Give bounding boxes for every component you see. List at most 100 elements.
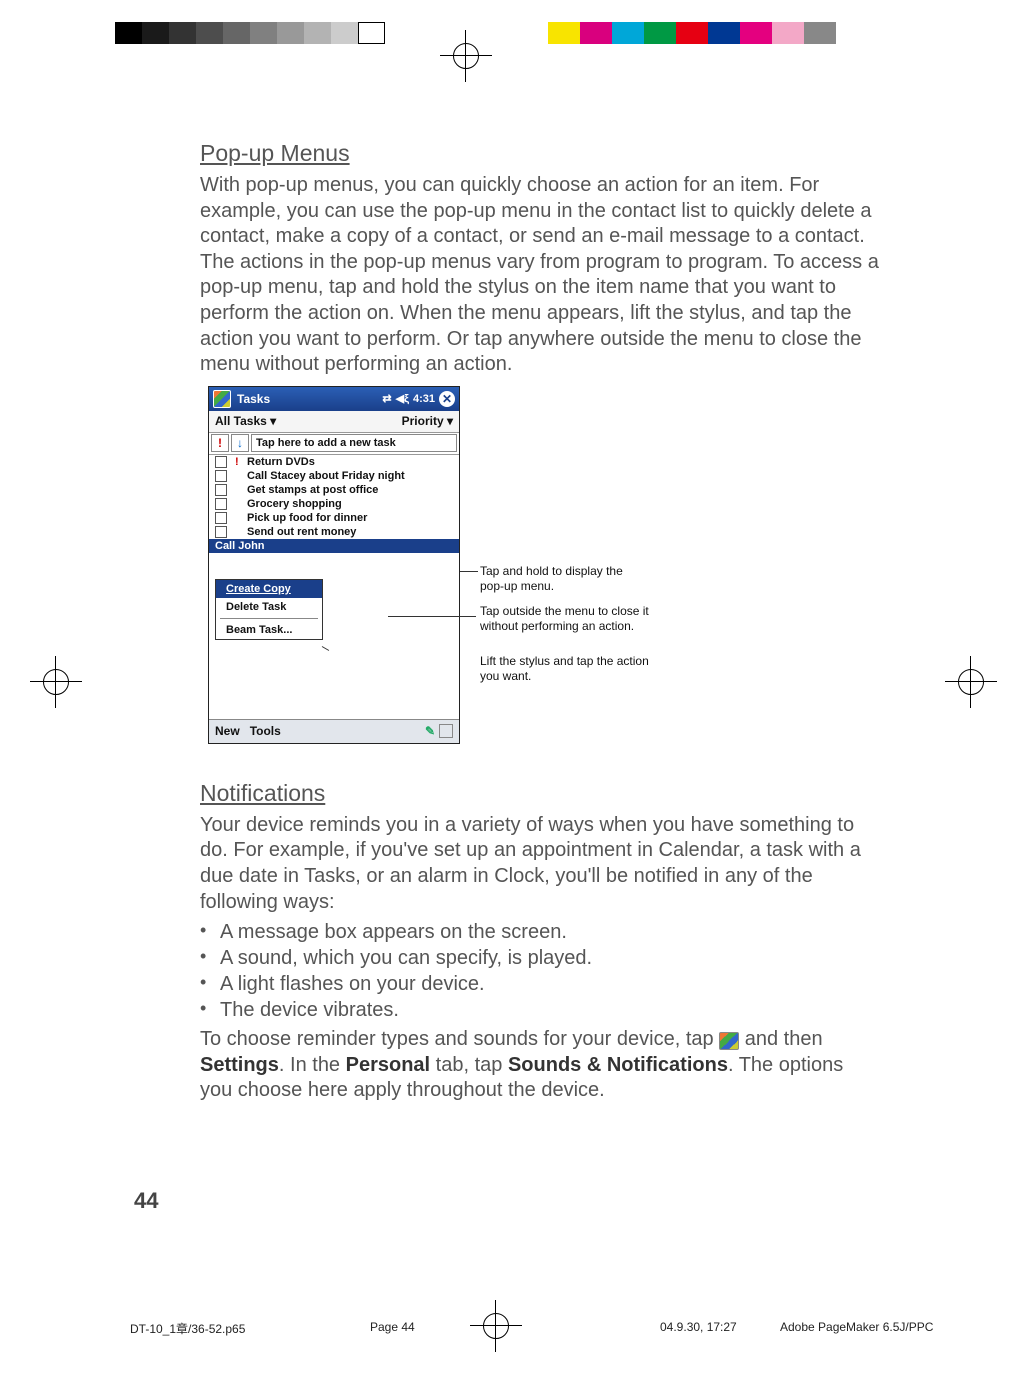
- color-swatch: [676, 22, 708, 44]
- priority-low-icon[interactable]: ↓: [231, 434, 249, 452]
- color-swatch: [331, 22, 358, 44]
- sip-up-icon[interactable]: [439, 724, 453, 738]
- color-swatch: [548, 22, 580, 44]
- task-label: Send out rent money: [247, 526, 356, 538]
- filter-row: All Tasks ▾ Priority ▾: [209, 411, 459, 433]
- device-screen: Tasks ⇄ ◀ξ 4:31 ✕ All Tasks ▾ Priority ▾…: [208, 386, 460, 744]
- callout-line: [460, 571, 478, 572]
- checkbox-icon[interactable]: [215, 456, 227, 468]
- popup-separator: [220, 618, 318, 619]
- callout-tap-outside: Tap outside the menu to close it without…: [480, 604, 665, 634]
- text: tab, tap: [430, 1054, 508, 1076]
- color-swatch: [804, 22, 836, 44]
- print-calibration-bar: [0, 22, 1027, 44]
- priority-marker: !: [235, 456, 245, 468]
- close-icon[interactable]: ✕: [439, 391, 455, 407]
- task-item[interactable]: Send out rent money: [209, 525, 459, 539]
- color-swatch: [580, 22, 612, 44]
- text: and then: [739, 1028, 822, 1050]
- new-button[interactable]: New: [215, 724, 240, 738]
- callout-lift-stylus: Lift the stylus and tap the action you w…: [480, 654, 650, 684]
- checkbox-icon[interactable]: [215, 498, 227, 510]
- color-swatch: [169, 22, 196, 44]
- popup-item-create-copy[interactable]: Create Copy: [216, 580, 322, 598]
- callout-tap-hold: Tap and hold to display the pop-up menu.: [480, 564, 650, 594]
- task-item[interactable]: Call Stacey about Friday night: [209, 469, 459, 483]
- notifications-tail: To choose reminder types and sounds for …: [200, 1027, 880, 1104]
- registration-mark-left: [30, 656, 82, 708]
- personal-label: Personal: [346, 1054, 430, 1076]
- section-body-popup-menus: With pop-up menus, you can quickly choos…: [200, 173, 880, 378]
- color-swatch: [115, 22, 142, 44]
- task-list: !Return DVDsCall Stacey about Friday nig…: [209, 455, 459, 539]
- task-item[interactable]: Grocery shopping: [209, 497, 459, 511]
- page-content: Pop-up Menus With pop-up menus, you can …: [200, 140, 880, 1108]
- section-intro-notifications: Your device reminds you in a variety of …: [200, 813, 880, 915]
- popup-menu: Create Copy Delete Task Beam Task...: [215, 579, 323, 640]
- color-swatch: [277, 22, 304, 44]
- task-item[interactable]: !Return DVDs: [209, 455, 459, 469]
- section-title-popup-menus: Pop-up Menus: [200, 140, 880, 167]
- popup-item-beam-task[interactable]: Beam Task...: [216, 621, 322, 639]
- sounds-notifications-label: Sounds & Notifications: [508, 1054, 728, 1076]
- task-label: Return DVDs: [247, 456, 315, 468]
- start-icon[interactable]: [213, 390, 231, 408]
- bottom-bar: New Tools ✎: [209, 719, 459, 743]
- start-icon-inline: [719, 1032, 739, 1050]
- text: . In the: [279, 1054, 346, 1076]
- list-item: A message box appears on the screen.: [200, 919, 880, 945]
- checkbox-icon[interactable]: [215, 470, 227, 482]
- footer-app: Adobe PageMaker 6.5J/PPC: [780, 1320, 933, 1334]
- color-swatch: [708, 22, 740, 44]
- registration-mark-bottom: [470, 1300, 522, 1352]
- task-label: Call John: [215, 540, 265, 552]
- sip-pen-icon[interactable]: ✎: [425, 724, 435, 738]
- task-item-selected[interactable]: Call John: [209, 539, 459, 553]
- color-swatch: [612, 22, 644, 44]
- clock-time: 4:31: [413, 393, 435, 405]
- callout-line: [388, 616, 476, 617]
- footer-file: DT-10_1章/36-52.p65: [130, 1320, 245, 1337]
- checkbox-icon[interactable]: [215, 526, 227, 538]
- popup-item-delete-task[interactable]: Delete Task: [216, 598, 322, 616]
- footer-page: Page 44: [370, 1320, 415, 1334]
- color-swatch: [358, 22, 385, 44]
- list-item: A sound, which you can specify, is playe…: [200, 945, 880, 971]
- notifications-bullet-list: A message box appears on the screen.A so…: [200, 919, 880, 1023]
- status-icons: ⇄ ◀ξ 4:31 ✕: [382, 391, 455, 407]
- text: To choose reminder types and sounds for …: [200, 1028, 719, 1050]
- color-swatch: [250, 22, 277, 44]
- filter-all-tasks[interactable]: All Tasks ▾: [215, 414, 276, 428]
- priority-high-icon[interactable]: !: [211, 434, 229, 452]
- section-title-notifications: Notifications: [200, 780, 880, 807]
- registration-mark-right: [945, 656, 997, 708]
- checkbox-icon[interactable]: [215, 512, 227, 524]
- list-item: The device vibrates.: [200, 997, 880, 1023]
- color-swatch: [740, 22, 772, 44]
- volume-icon: ◀ξ: [396, 392, 409, 405]
- add-task-input[interactable]: Tap here to add a new task: [251, 434, 457, 452]
- checkbox-icon[interactable]: [215, 484, 227, 496]
- filter-priority[interactable]: Priority ▾: [402, 414, 453, 428]
- page-number: 44: [134, 1188, 158, 1214]
- task-label: Get stamps at post office: [247, 484, 378, 496]
- registration-mark: [440, 30, 492, 82]
- connectivity-icon: ⇄: [382, 392, 391, 405]
- settings-label: Settings: [200, 1054, 279, 1076]
- tasks-screenshot: Tasks ⇄ ◀ξ 4:31 ✕ All Tasks ▾ Priority ▾…: [208, 386, 668, 756]
- task-item[interactable]: Get stamps at post office: [209, 483, 459, 497]
- add-task-row: ! ↓ Tap here to add a new task: [209, 433, 459, 455]
- color-swatch: [142, 22, 169, 44]
- color-swatch: [644, 22, 676, 44]
- color-swatch: [196, 22, 223, 44]
- tools-button[interactable]: Tools: [250, 724, 281, 738]
- task-label: Grocery shopping: [247, 498, 342, 510]
- task-label: Call Stacey about Friday night: [247, 470, 405, 482]
- footer-date: 04.9.30, 17:27: [660, 1320, 737, 1334]
- task-label: Pick up food for dinner: [247, 512, 367, 524]
- list-item: A light flashes on your device.: [200, 971, 880, 997]
- color-swatch: [772, 22, 804, 44]
- app-title: Tasks: [237, 392, 382, 406]
- color-swatch: [304, 22, 331, 44]
- task-item[interactable]: Pick up food for dinner: [209, 511, 459, 525]
